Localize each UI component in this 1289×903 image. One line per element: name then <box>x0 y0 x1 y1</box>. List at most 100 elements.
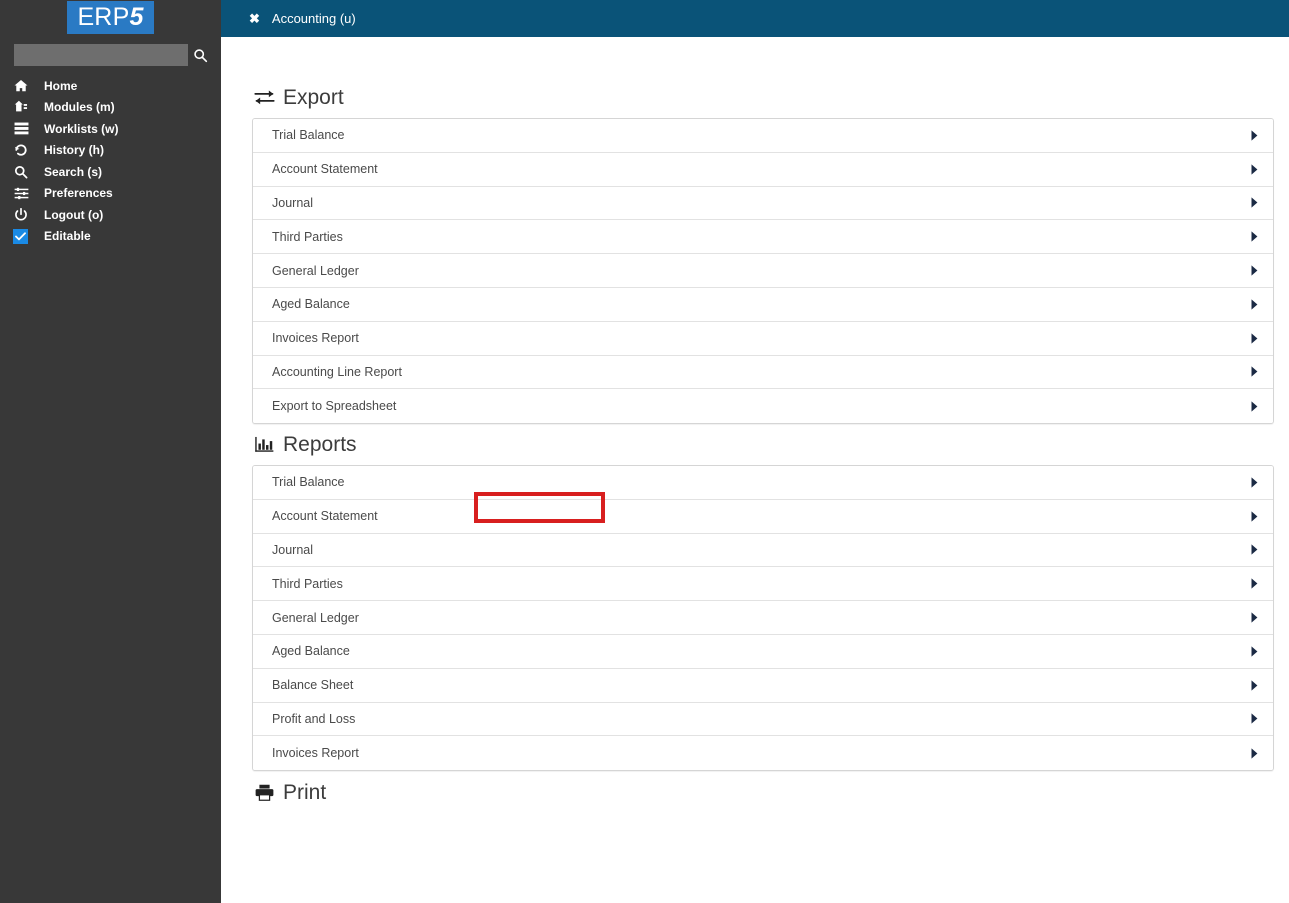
section-title: Export <box>283 85 344 109</box>
list-item[interactable]: Balance Sheet <box>253 668 1273 703</box>
section-print: Print <box>221 777 1289 807</box>
worklists-icon <box>12 120 30 138</box>
chevron-right-icon[interactable] <box>1249 298 1259 310</box>
section-header-reports: Reports <box>221 429 1289 459</box>
list-item-label: General Ledger <box>272 610 359 625</box>
export-list-panel: Trial Balance Account Statement Journal <box>252 118 1274 425</box>
list-item[interactable]: Journal <box>253 186 1273 221</box>
sidebar-item-history[interactable]: History (h) <box>0 140 221 162</box>
list-item-label: Journal <box>272 542 313 557</box>
list-item[interactable]: Profit and Loss <box>253 702 1273 737</box>
list-item-label: Aged Balance <box>272 297 350 312</box>
main-content: Export Trial Balance Account Statement J… <box>221 37 1289 903</box>
sidebar-item-label: History (h) <box>44 143 104 158</box>
chevron-right-icon[interactable] <box>1249 612 1259 624</box>
list-item[interactable]: Aged Balance <box>253 287 1273 322</box>
bar-chart-icon <box>253 433 275 455</box>
list-item-label: Accounting Line Report <box>272 364 402 379</box>
chevron-right-icon[interactable] <box>1249 645 1259 657</box>
sidebar-item-editable[interactable]: Editable <box>0 226 221 248</box>
sidebar-item-worklists[interactable]: Worklists (w) <box>0 118 221 140</box>
sidebar-item-label: Editable <box>44 229 91 244</box>
chevron-right-icon[interactable] <box>1249 197 1259 209</box>
list-item-label: Third Parties <box>272 229 343 244</box>
preferences-icon <box>12 184 30 202</box>
sidebar-item-preferences[interactable]: Preferences <box>0 183 221 205</box>
chevron-right-icon[interactable] <box>1249 332 1259 344</box>
list-item-label: Journal <box>272 195 313 210</box>
top-bar: ✖ Accounting (u) <box>221 0 1289 37</box>
list-item[interactable]: Aged Balance <box>253 634 1273 669</box>
chevron-right-icon[interactable] <box>1249 400 1259 412</box>
list-item-label: Third Parties <box>272 576 343 591</box>
sidebar-item-label: Logout (o) <box>44 207 104 222</box>
chevron-right-icon[interactable] <box>1249 476 1259 488</box>
tab-accounting[interactable]: ✖ Accounting (u) <box>221 0 356 37</box>
checkbox-checked-icon[interactable] <box>13 228 28 244</box>
list-item-label: Balance Sheet <box>272 678 354 693</box>
list-item[interactable]: Account Statement <box>253 152 1273 187</box>
list-item[interactable]: Trial Balance <box>253 466 1273 500</box>
chevron-right-icon[interactable] <box>1249 163 1259 175</box>
chevron-right-icon[interactable] <box>1249 366 1259 378</box>
list-item[interactable]: Third Parties <box>253 220 1273 255</box>
list-item-account-statement[interactable]: Account Statement <box>253 499 1273 534</box>
modules-icon <box>12 98 30 116</box>
chevron-right-icon[interactable] <box>1249 713 1259 725</box>
list-item-label: Account Statement <box>272 162 378 177</box>
sidebar-item-label: Home <box>44 78 78 93</box>
list-item-label: General Ledger <box>272 263 359 278</box>
close-icon[interactable]: ✖ <box>249 12 260 25</box>
search-icon[interactable] <box>190 45 210 65</box>
sidebar-item-label: Search (s) <box>44 164 103 179</box>
list-item-label: Trial Balance <box>272 475 345 490</box>
list-item[interactable]: Trial Balance <box>253 119 1273 153</box>
sidebar-search-row <box>0 44 221 66</box>
search-icon <box>12 163 30 181</box>
section-title: Reports <box>283 432 357 456</box>
erp5-logo-text: ERP5 <box>77 5 143 30</box>
list-item[interactable]: Third Parties <box>253 567 1273 602</box>
history-icon <box>12 141 30 159</box>
tab-label[interactable]: Accounting (u) <box>272 11 356 26</box>
list-item[interactable]: Export to Spreadsheet <box>253 389 1273 424</box>
power-icon <box>12 206 30 224</box>
logo-suffix: 5 <box>129 3 144 31</box>
list-item-label: Invoices Report <box>272 746 359 761</box>
section-title: Print <box>283 780 327 804</box>
section-header-print: Print <box>221 777 1289 807</box>
sidebar-item-home[interactable]: Home <box>0 75 221 97</box>
list-item[interactable]: Invoices Report <box>253 321 1273 356</box>
sidebar: ERP5 Home Modules (m) Worklists (w) Hist… <box>0 0 221 903</box>
sidebar-item-label: Modules (m) <box>44 100 115 115</box>
chevron-right-icon[interactable] <box>1249 231 1259 243</box>
chevron-right-icon[interactable] <box>1249 265 1259 277</box>
sidebar-item-logout[interactable]: Logout (o) <box>0 204 221 226</box>
list-item-label: Account Statement <box>272 509 378 524</box>
sidebar-item-label: Worklists (w) <box>44 121 119 136</box>
section-header-export: Export <box>221 82 1289 112</box>
sidebar-item-label: Preferences <box>44 186 113 201</box>
home-icon <box>12 77 30 95</box>
chevron-right-icon[interactable] <box>1249 578 1259 590</box>
section-reports: Reports Trial Balance Account Statement … <box>221 429 1289 772</box>
chevron-right-icon[interactable] <box>1249 544 1259 556</box>
sidebar-item-modules[interactable]: Modules (m) <box>0 97 221 119</box>
chevron-right-icon[interactable] <box>1249 510 1259 522</box>
list-item[interactable]: General Ledger <box>253 254 1273 288</box>
list-item[interactable]: Accounting Line Report <box>253 355 1273 390</box>
list-item[interactable]: Journal <box>253 533 1273 568</box>
list-item-label: Trial Balance <box>272 128 345 143</box>
sidebar-item-search[interactable]: Search (s) <box>0 161 221 183</box>
search-input[interactable] <box>14 44 188 66</box>
list-item-label: Invoices Report <box>272 331 359 346</box>
list-item[interactable]: Invoices Report <box>253 736 1273 771</box>
chevron-right-icon[interactable] <box>1249 747 1259 759</box>
erp5-logo[interactable]: ERP5 <box>67 1 154 34</box>
erp5-application-window: ERP5 Home Modules (m) Worklists (w) Hist… <box>0 0 1289 903</box>
sidebar-nav-list: Home Modules (m) Worklists (w) History (… <box>0 75 221 247</box>
chevron-right-icon[interactable] <box>1249 679 1259 691</box>
list-item-label: Export to Spreadsheet <box>272 399 397 414</box>
chevron-right-icon[interactable] <box>1249 129 1259 141</box>
list-item[interactable]: General Ledger <box>253 601 1273 635</box>
